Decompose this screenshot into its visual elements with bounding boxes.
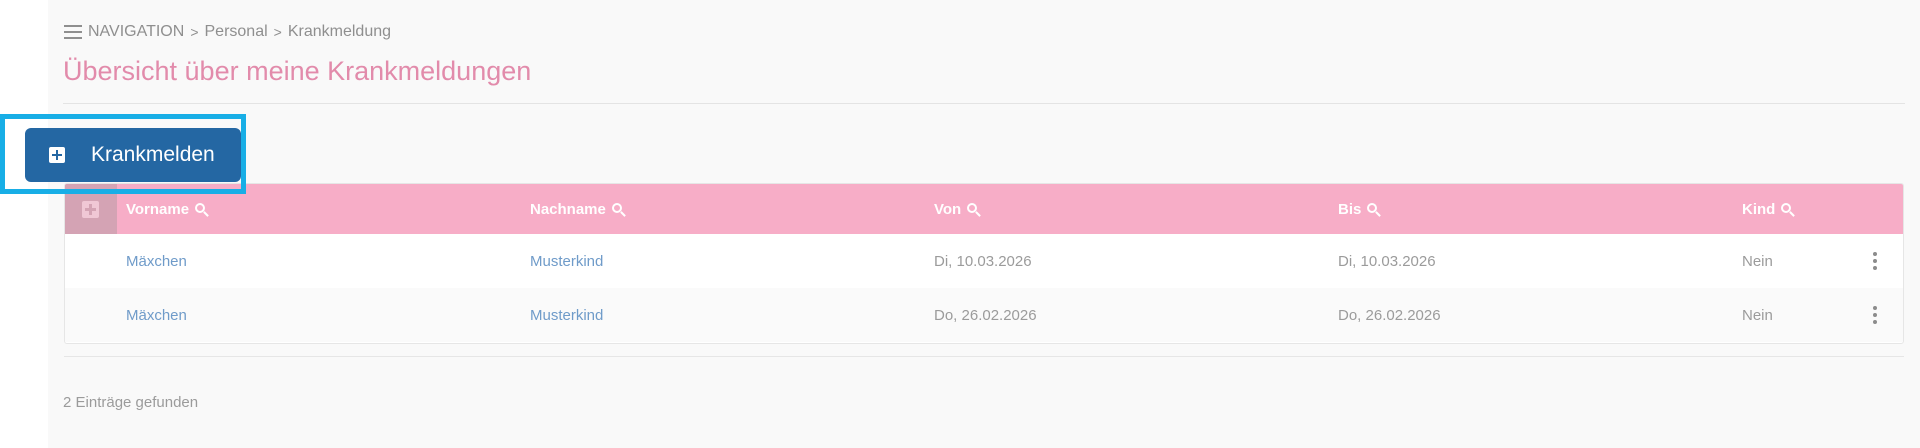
grid-footer-divider xyxy=(64,356,1904,357)
hamburger-menu-icon[interactable] xyxy=(64,25,82,39)
cell-von: Do, 26.02.2026 xyxy=(934,306,1037,324)
title-divider xyxy=(63,103,1905,104)
column-header-kind[interactable]: Kind xyxy=(1742,184,1792,234)
search-icon[interactable] xyxy=(195,203,206,213)
breadcrumb: NAVIGATION > Personal > Krankmeldung xyxy=(64,22,391,42)
chevron-right-icon: > xyxy=(273,24,282,40)
column-header-label: Nachname xyxy=(530,200,606,218)
cell-kind: Nein xyxy=(1742,252,1773,270)
breadcrumb-personal[interactable]: Personal xyxy=(205,23,268,41)
krankmelden-button[interactable]: Krankmelden xyxy=(25,128,241,182)
cell-nachname[interactable]: Musterkind xyxy=(530,234,603,288)
column-header-label: Kind xyxy=(1742,200,1776,218)
chevron-right-icon: > xyxy=(190,24,199,40)
krankmelden-button-label: Krankmelden xyxy=(91,143,215,166)
table-row[interactable]: Mäxchen Musterkind Do, 26.02.2026 Do, 26… xyxy=(65,288,1903,342)
cell-kind: Nein xyxy=(1742,306,1773,324)
grid-header: Vorname Nachname Von Bis Kind xyxy=(65,184,1903,234)
search-icon[interactable] xyxy=(1781,203,1792,213)
column-header-von[interactable]: Von xyxy=(934,184,978,234)
cell-von: Di, 10.03.2026 xyxy=(934,252,1032,270)
column-header-bis[interactable]: Bis xyxy=(1338,184,1378,234)
cell-vorname[interactable]: Mäxchen xyxy=(126,288,187,342)
cell-bis: Di, 10.03.2026 xyxy=(1338,252,1436,270)
page-title: Übersicht über meine Krankmeldungen xyxy=(63,56,532,86)
search-icon[interactable] xyxy=(967,203,978,213)
plus-square-icon xyxy=(49,147,65,163)
column-header-label: Von xyxy=(934,200,962,218)
breadcrumb-krankmeldung[interactable]: Krankmeldung xyxy=(288,23,391,41)
column-header-label: Vorname xyxy=(126,200,190,218)
record-count: 2 Einträge gefunden xyxy=(63,394,199,411)
column-header-nachname[interactable]: Nachname xyxy=(530,184,622,234)
search-icon[interactable] xyxy=(611,203,622,213)
cell-bis: Do, 26.02.2026 xyxy=(1338,306,1441,324)
cell-vorname[interactable]: Mäxchen xyxy=(126,234,187,288)
data-grid: Vorname Nachname Von Bis Kind Mäxchen Mu… xyxy=(64,183,1904,344)
kebab-menu-icon[interactable] xyxy=(1872,252,1878,270)
column-header-label: Bis xyxy=(1338,200,1362,218)
search-icon[interactable] xyxy=(1367,203,1378,213)
main-content: NAVIGATION > Personal > Krankmeldung Übe… xyxy=(48,0,1920,448)
plus-square-icon[interactable] xyxy=(82,201,99,218)
cell-nachname[interactable]: Musterkind xyxy=(530,288,603,342)
table-row[interactable]: Mäxchen Musterkind Di, 10.03.2026 Di, 10… xyxy=(65,234,1903,288)
kebab-menu-icon[interactable] xyxy=(1872,306,1878,324)
breadcrumb-navigation[interactable]: NAVIGATION xyxy=(88,23,184,41)
